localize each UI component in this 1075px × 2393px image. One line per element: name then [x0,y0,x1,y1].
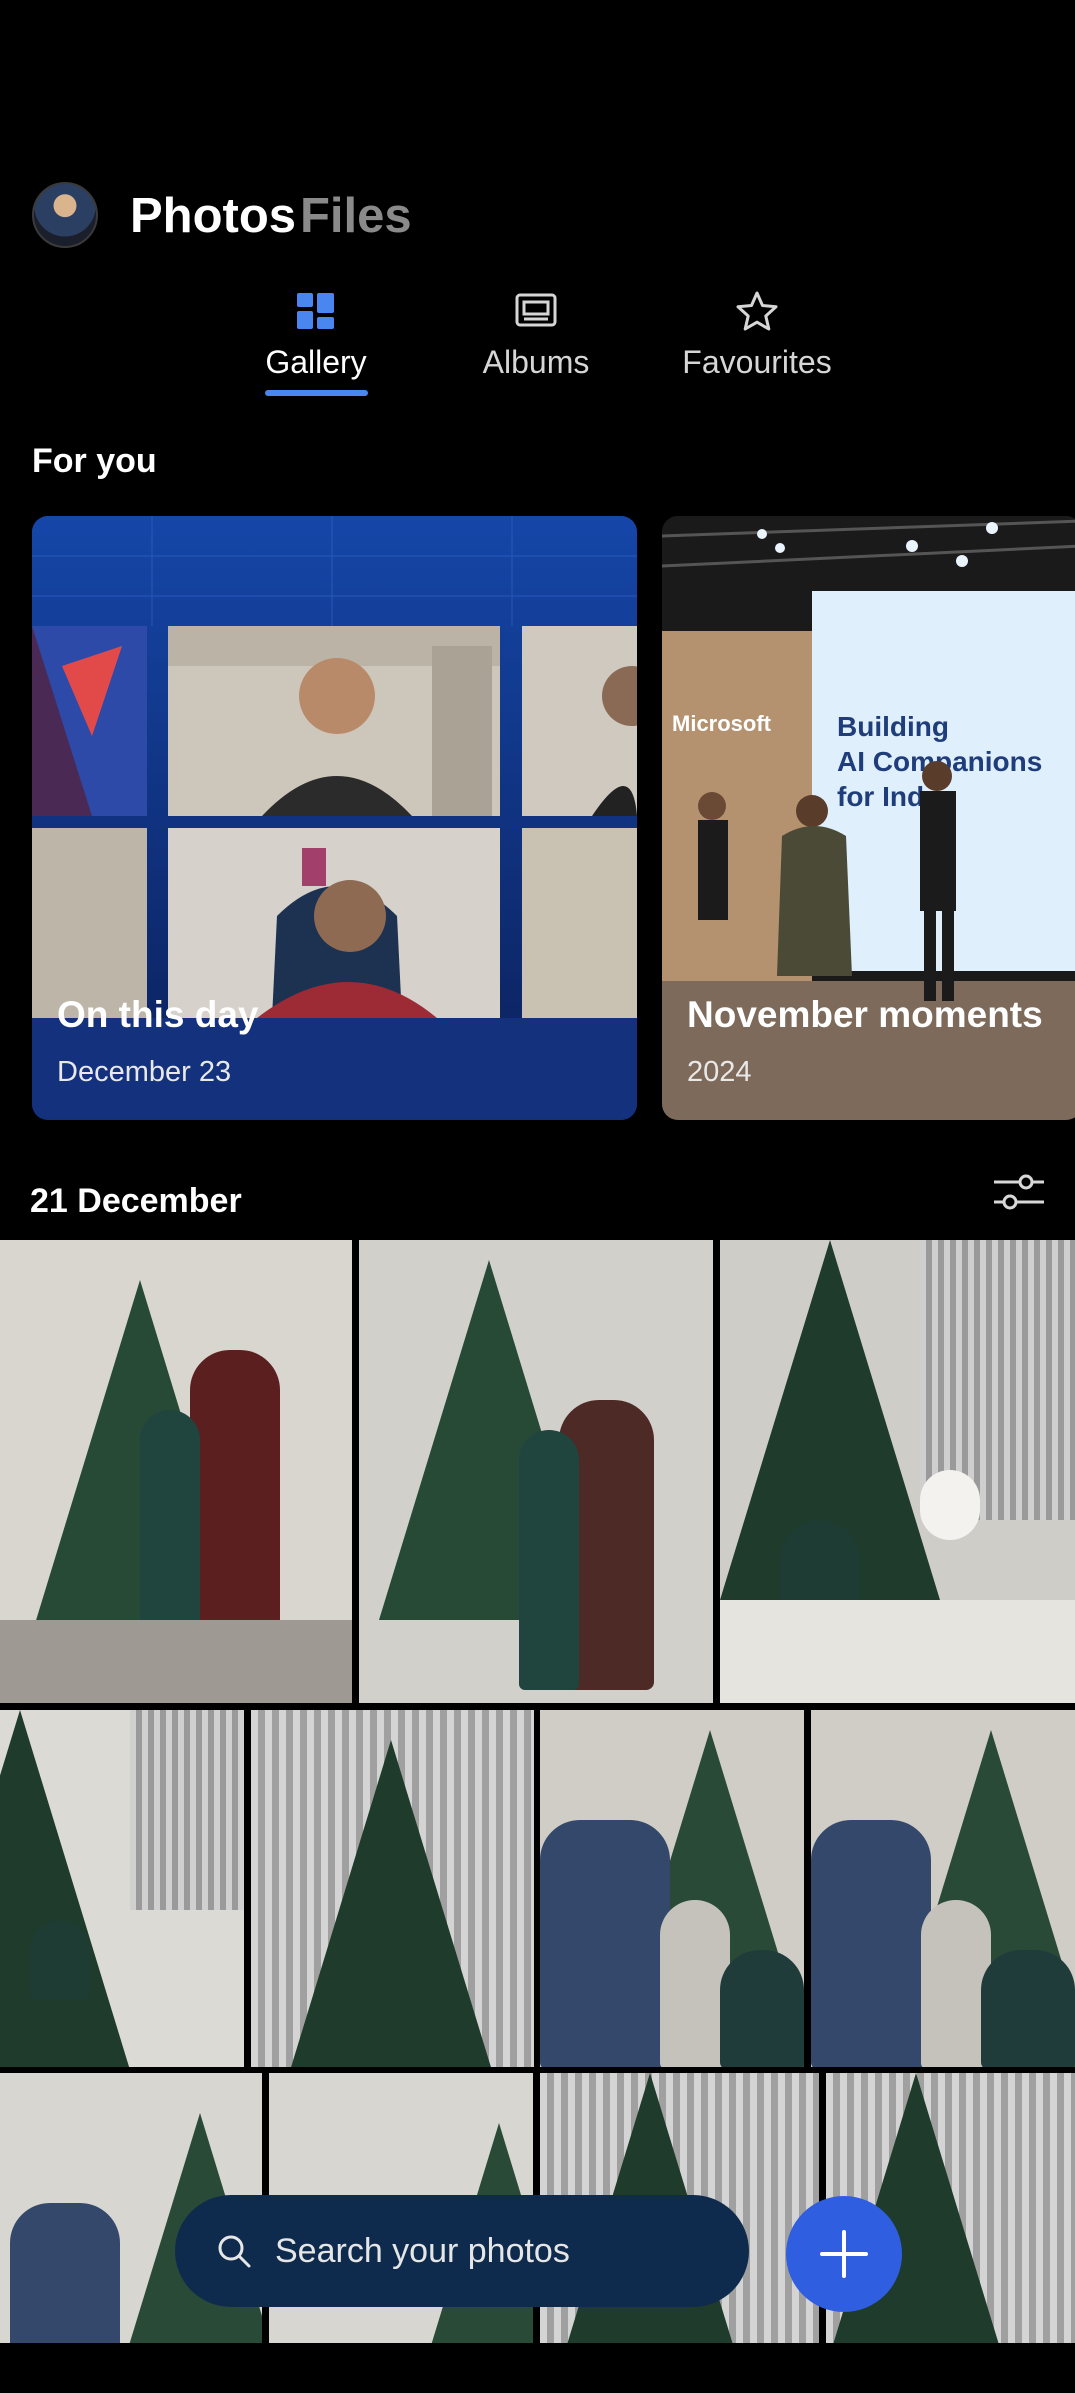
plus-icon [820,2230,868,2278]
photo-thumbnail[interactable] [0,1240,352,1703]
star-icon [667,290,847,332]
microsoft-sign-text: Microsoft [672,711,772,736]
photo-thumbnail[interactable] [251,1710,534,2067]
app-title-photos[interactable]: Photos [130,188,296,244]
memory-card-november-moments[interactable]: Microsoft Building AI Companions for Ind… [662,516,1075,1120]
app-title-files[interactable]: Files [300,188,412,244]
for-you-heading: For you [32,442,157,480]
add-button[interactable] [786,2196,902,2312]
tab-active-indicator [265,390,368,396]
memory-card-subtitle-2: 2024 [687,1056,752,1088]
memory-card-on-this-day[interactable]: On this day December 23 [32,516,637,1120]
tab-albums[interactable]: Albums [446,290,626,381]
sliders-icon [994,1174,1044,1210]
search-icon [218,2235,251,2268]
tab-favourites-label: Favourites [682,344,832,380]
bottom-safe-area [0,2343,1075,2393]
memory-card-subtitle: December 23 [57,1056,232,1088]
photo-thumbnail[interactable] [0,1710,244,2067]
memory-card-title-2: November moments [687,994,1043,1035]
photo-thumbnail[interactable] [540,1710,804,2067]
date-heading: 21 December [30,1182,242,1220]
memory-card-title: On this day [57,994,259,1035]
album-icon [446,290,626,332]
photo-thumbnail[interactable] [359,1240,713,1703]
tab-favourites[interactable]: Favourites [667,290,847,381]
photo-thumbnail[interactable] [720,1240,1075,1703]
tab-albums-label: Albums [482,344,590,380]
search-placeholder: Search your photos [275,2231,570,2270]
view-options-button[interactable] [990,1170,1048,1214]
photo-thumbnail[interactable] [811,1710,1075,2067]
gallery-icon [226,290,406,332]
search-bar[interactable]: Search your photos [175,2195,749,2307]
tab-gallery-label: Gallery [265,344,367,380]
tab-gallery[interactable]: Gallery [226,290,406,381]
profile-avatar[interactable] [32,182,98,248]
